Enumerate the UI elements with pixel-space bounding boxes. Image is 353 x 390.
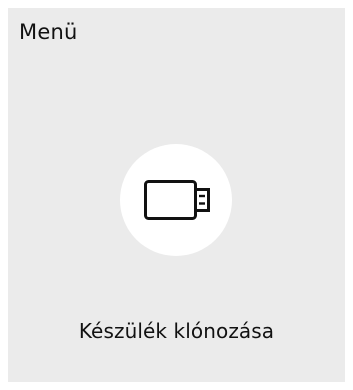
device-clone-label: Készülék klónozása: [78, 319, 275, 343]
device-clone-button[interactable]: [120, 144, 232, 256]
menu-panel: Menü Készülék klónozása: [8, 8, 345, 382]
menu-title: Menü: [19, 20, 78, 44]
usb-drive-icon: [144, 180, 210, 220]
